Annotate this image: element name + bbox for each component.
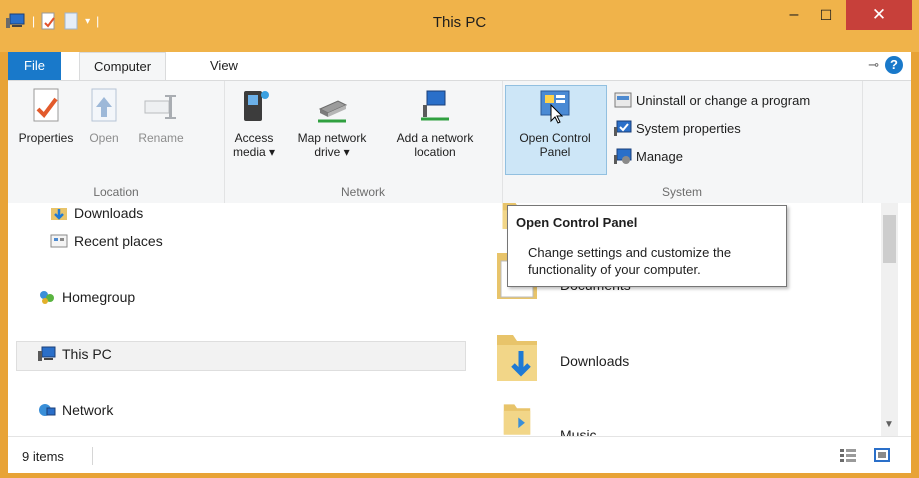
add-location-label-2: location [414, 145, 456, 159]
system-properties-icon [614, 120, 632, 136]
tab-view[interactable]: View [196, 52, 252, 80]
network-group-label: Network [340, 185, 385, 199]
nav-label-recent-places: Recent places [74, 233, 163, 249]
open-label: Open [89, 131, 119, 145]
pin-ribbon-icon[interactable]: ⊸ [868, 57, 879, 73]
programs-icon [614, 92, 632, 108]
group-location: Properties Open Rename Location [8, 81, 225, 203]
uninstall-label: Uninstall or change a program [636, 92, 811, 108]
network-drive-icon [318, 100, 348, 123]
explorer-window: | ▾ | This PC – ☐ ✕ File Computer View ⊸… [0, 0, 919, 478]
tooltip-description: Change settings and customize the functi… [528, 245, 732, 277]
properties-button[interactable]: Properties [14, 87, 78, 145]
homegroup-icon [40, 291, 54, 304]
nav-label-homegroup: Homegroup [62, 289, 136, 305]
tab-file[interactable]: File [8, 52, 61, 80]
open-cp-label-2: Panel [539, 145, 571, 159]
rename-icon [144, 95, 176, 119]
system-group-label: System [661, 185, 702, 199]
properties-icon [33, 88, 59, 122]
tab-computer[interactable]: Computer [79, 52, 167, 80]
add-network-location-button[interactable]: Add a network location [382, 87, 488, 159]
network-icon [39, 404, 56, 416]
help-icon[interactable]: ? [885, 56, 903, 74]
item-count: 9 items [22, 449, 64, 464]
this-pc-icon [38, 346, 56, 361]
system-properties-button[interactable]: System properties [614, 119, 741, 137]
manage-button[interactable]: Manage [614, 147, 683, 165]
properties-label: Properties [18, 131, 74, 145]
nav-label-this-pc: This PC [62, 346, 112, 362]
map-network-drive-button[interactable]: Map network drive ▾ [286, 87, 378, 159]
add-location-label-1: Add a network [396, 131, 474, 145]
folder-label-downloads[interactable]: Downloads [560, 353, 629, 369]
nav-item-homegroup[interactable]: Homegroup [38, 289, 135, 305]
manage-label: Manage [636, 148, 683, 164]
status-bar: 9 items [8, 436, 911, 473]
ribbon-tabs: File Computer View ⊸ ? [8, 52, 911, 80]
group-network: Access media ▾ Map network drive ▾ Add a… [224, 81, 503, 203]
open-control-panel-button[interactable]: Open Control Panel [507, 87, 603, 159]
network-location-icon [421, 90, 449, 121]
open-icon [91, 88, 117, 122]
large-icons-view-icon[interactable] [874, 448, 890, 462]
access-media-label-2: media ▾ [232, 145, 276, 159]
location-group-label: Location [93, 185, 139, 199]
system-properties-label: System properties [636, 120, 741, 136]
help-area: ⊸ ? [868, 56, 903, 74]
downloads-icon [51, 208, 67, 220]
scrollbar-thumb[interactable] [883, 215, 896, 263]
open-button[interactable]: Open [84, 87, 124, 145]
maximize-button[interactable]: ☐ [810, 0, 842, 30]
nav-label-downloads: Downloads [74, 205, 144, 221]
control-panel-tooltip: Open Control Panel Change settings and c… [507, 205, 787, 287]
map-drive-label-1: Map network [297, 131, 367, 145]
access-media-button[interactable]: Access media ▾ [230, 87, 278, 159]
tooltip-title: Open Control Panel [516, 215, 638, 230]
rename-label: Rename [138, 131, 184, 145]
ribbon: Properties Open Rename Location Access m… [8, 80, 911, 204]
control-panel-icon [540, 90, 570, 124]
manage-icon [614, 148, 632, 164]
title-bar: | ▾ | This PC – ☐ ✕ [0, 0, 919, 52]
nav-label-network: Network [62, 402, 114, 418]
music-folder-icon[interactable] [495, 403, 539, 436]
nav-item-network[interactable]: Network [38, 402, 113, 418]
folder-label-music[interactable]: Music [560, 427, 597, 436]
access-media-label-1: Access [234, 131, 274, 145]
nav-item-recent-places[interactable]: Recent places [50, 233, 163, 249]
scroll-down-arrow[interactable]: ▼ [884, 419, 894, 430]
downloads-folder-icon[interactable] [495, 333, 539, 383]
media-device-icon [244, 91, 269, 121]
minimize-button[interactable]: – [778, 0, 810, 30]
rename-button[interactable]: Rename [132, 87, 190, 145]
uninstall-program-button[interactable]: Uninstall or change a program [614, 91, 810, 109]
status-separator [92, 447, 93, 465]
close-button[interactable]: ✕ [846, 0, 912, 30]
open-cp-label-1: Open Control [519, 131, 591, 145]
nav-item-downloads[interactable]: Downloads [50, 205, 143, 221]
nav-item-this-pc[interactable]: This PC [38, 346, 112, 362]
recent-places-icon [50, 234, 68, 248]
details-view-icon[interactable] [840, 448, 856, 462]
map-drive-label-2: drive ▾ [314, 145, 350, 159]
